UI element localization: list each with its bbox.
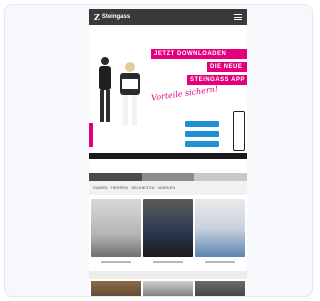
product-image — [195, 199, 245, 257]
tab-3[interactable] — [194, 173, 247, 181]
mobile-page-preview: Z Steingass JETZT DOWNLOADEN DIE NEUE ST… — [89, 9, 247, 296]
google-play-badge[interactable] — [185, 131, 219, 137]
teaser-image[interactable] — [195, 281, 245, 296]
teaser-image[interactable] — [91, 281, 141, 296]
app-store-badge[interactable] — [185, 121, 219, 127]
product-caption — [195, 257, 245, 267]
tab-2[interactable] — [141, 173, 195, 181]
secondary-grid — [89, 279, 247, 296]
product-tile[interactable] — [195, 199, 245, 267]
teaser-image[interactable] — [143, 281, 193, 296]
preview-card: Z Steingass JETZT DOWNLOADEN DIE NEUE ST… — [4, 4, 313, 297]
tab-1[interactable] — [89, 173, 142, 181]
phone-mockup-icon — [233, 111, 245, 151]
hamburger-menu-icon[interactable] — [234, 14, 242, 20]
product-tile[interactable] — [143, 199, 193, 267]
product-caption — [91, 257, 141, 267]
product-caption — [143, 257, 193, 267]
site-header: Z Steingass — [89, 9, 247, 25]
product-grid — [89, 195, 247, 267]
category-tabs — [89, 173, 247, 181]
logo-mark-icon: Z — [94, 12, 100, 22]
logo-text: Steingass — [101, 14, 131, 20]
banner-headline-1: JETZT DOWNLOADEN — [151, 49, 247, 59]
product-image — [143, 199, 193, 257]
product-tile[interactable] — [91, 199, 141, 267]
section-divider — [89, 271, 247, 279]
category-breadcrumb[interactable]: DAMEN · HERREN · NEUHEITEN · MARKEN — [89, 181, 247, 195]
app-gallery-badge[interactable] — [185, 141, 219, 147]
product-image — [91, 199, 141, 257]
model-figure-right — [120, 62, 140, 125]
banner-headline-2: DIE NEUE — [207, 62, 247, 72]
hero-accent-bar — [89, 123, 93, 147]
hero-bottom-bar — [89, 153, 247, 159]
banner-script-text: Vorteile sichern! — [150, 84, 219, 103]
model-figure-left — [99, 57, 111, 122]
site-logo[interactable]: Z Steingass — [94, 12, 130, 22]
hero-banner[interactable]: JETZT DOWNLOADEN DIE NEUE STEINGASS APP … — [89, 25, 247, 153]
